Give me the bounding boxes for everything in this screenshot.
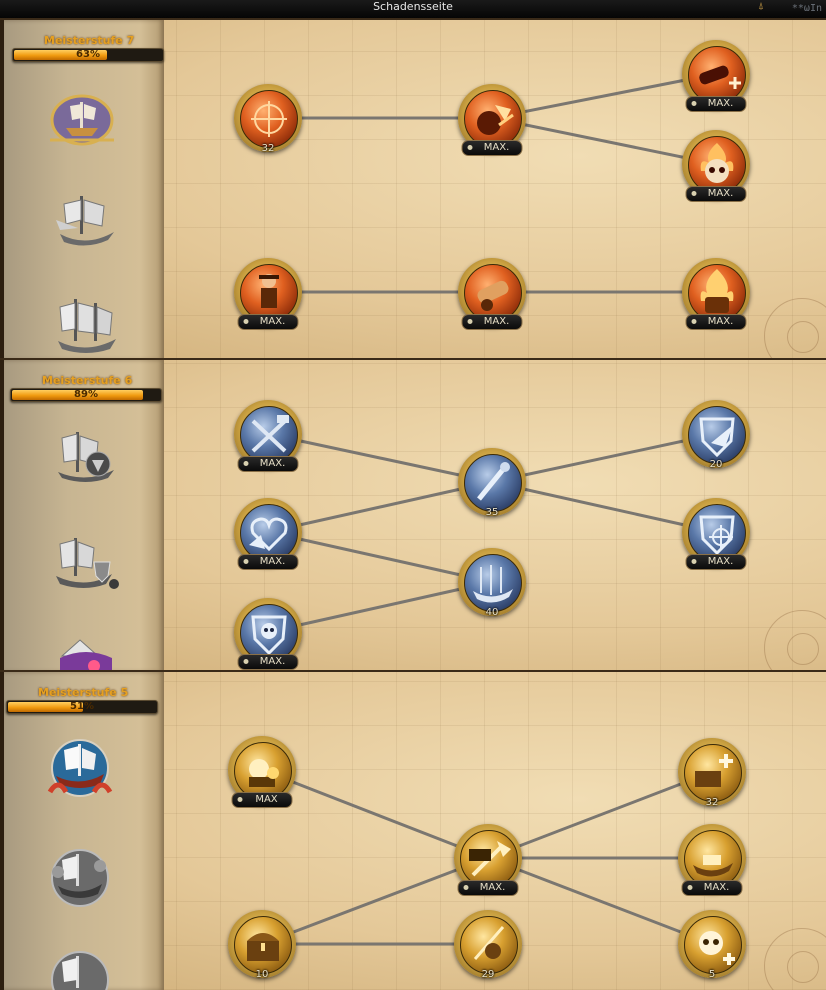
flaming-skull-icon bbox=[700, 143, 734, 183]
window-title: Schadensseite bbox=[373, 0, 453, 13]
skill-level-badge: MAX. bbox=[681, 880, 743, 896]
mastery-panel-5: Meisterstufe 5 51% MAX 10 MAX. 29 32 MAX… bbox=[0, 670, 826, 990]
skill-level-badge: MAX bbox=[231, 792, 293, 808]
skill-level-badge: 32 bbox=[261, 143, 275, 154]
skill-node-pirate-attack[interactable]: 29 bbox=[454, 910, 522, 980]
target-shield-icon bbox=[699, 515, 735, 556]
skill-node-ship-hull[interactable]: 40 bbox=[458, 548, 526, 618]
skill-level-badge: MAX. bbox=[237, 654, 299, 670]
skill-node-gunner[interactable]: MAX. bbox=[234, 258, 302, 330]
crossed-hammer-saber-icon bbox=[251, 415, 289, 453]
skill-node-cannon[interactable]: MAX. bbox=[458, 258, 526, 330]
skill-level-badge: MAX. bbox=[685, 314, 747, 330]
skill-node-target-shield[interactable]: MAX. bbox=[682, 498, 750, 570]
skill-level-badge: 29 bbox=[481, 969, 495, 980]
skill-node-target[interactable]: 32 bbox=[234, 84, 302, 154]
skill-node-treasure-chest[interactable]: 10 bbox=[228, 910, 296, 980]
skill-level-badge: MAX. bbox=[237, 314, 299, 330]
boarding-axe-icon bbox=[469, 841, 511, 877]
treasure-pile-icon bbox=[249, 759, 279, 787]
skill-level-badge: 5 bbox=[708, 969, 716, 980]
skill-node-cargo-ship[interactable]: MAX. bbox=[678, 824, 746, 896]
skill-level-badge: 20 bbox=[709, 459, 723, 470]
cannon-icon bbox=[477, 280, 509, 311]
window-titlebar: Schadensseite ⍋ **ωIn bbox=[0, 0, 826, 18]
cannon-plus-icon bbox=[699, 65, 741, 89]
skill-node-powder-fire[interactable]: MAX. bbox=[682, 258, 750, 330]
skill-node-gold-pile[interactable]: MAX bbox=[228, 736, 296, 808]
treasure-chest-icon bbox=[247, 933, 279, 961]
loot-plus-icon bbox=[695, 754, 733, 787]
heart-icon bbox=[249, 517, 288, 552]
skill-node-loot-plus[interactable]: 32 bbox=[678, 738, 746, 808]
game-logo: **ωIn bbox=[791, 3, 822, 14]
game-logo-mark-icon: ⍋ bbox=[758, 1, 764, 12]
skill-node-arrow-shield[interactable]: 20 bbox=[682, 400, 750, 470]
skill-level-badge: MAX. bbox=[685, 96, 747, 112]
gunner-crew-icon bbox=[259, 274, 279, 308]
skill-node-skull-shield[interactable]: MAX. bbox=[234, 598, 302, 670]
skill-node-skull-plus[interactable]: 5 bbox=[678, 910, 746, 980]
skill-node-flaming-skull[interactable]: MAX. bbox=[682, 130, 750, 202]
skill-node-spyglass[interactable]: 35 bbox=[458, 448, 526, 518]
skill-level-badge: MAX. bbox=[685, 554, 747, 570]
pirate-sword-icon bbox=[473, 926, 505, 960]
mastery-panel-6: Meisterstufe 6 89% MAX. MAX. MAX. 35 40 … bbox=[0, 358, 826, 672]
cannon-blast-icon bbox=[477, 105, 514, 135]
skill-level-badge: MAX. bbox=[461, 314, 523, 330]
skull-shield-icon bbox=[251, 615, 287, 656]
skill-node-cannon-plus[interactable]: MAX. bbox=[682, 40, 750, 112]
skill-level-badge: MAX. bbox=[237, 554, 299, 570]
skull-plus-icon bbox=[699, 931, 735, 965]
spyglass-icon bbox=[477, 462, 510, 501]
skill-level-badge: MAX. bbox=[685, 186, 747, 202]
skill-node-crossed-tools[interactable]: MAX. bbox=[234, 400, 302, 472]
ship-hull-icon bbox=[473, 565, 513, 603]
skill-node-boarding-axe[interactable]: MAX. bbox=[454, 824, 522, 896]
skill-level-badge: 40 bbox=[485, 607, 499, 618]
skill-level-badge: 35 bbox=[485, 507, 499, 518]
skill-level-badge: MAX. bbox=[457, 880, 519, 896]
arrow-shield-icon bbox=[699, 417, 735, 458]
cargo-ship-icon bbox=[693, 855, 733, 877]
mastery-panel-7: Meisterstufe 7 63% 32 MAX. MAX. MAX. MAX… bbox=[0, 18, 826, 360]
burning-barrel-icon bbox=[700, 269, 734, 313]
skill-level-badge: 10 bbox=[255, 969, 269, 980]
skill-node-heart-shield[interactable]: MAX. bbox=[234, 498, 302, 570]
crosshair-scroll-icon bbox=[251, 101, 287, 137]
skill-level-badge: MAX. bbox=[237, 456, 299, 472]
skill-level-badge: MAX. bbox=[461, 140, 523, 156]
skill-level-badge: 32 bbox=[705, 797, 719, 808]
skill-node-cannon-explosion[interactable]: MAX. bbox=[458, 84, 526, 156]
